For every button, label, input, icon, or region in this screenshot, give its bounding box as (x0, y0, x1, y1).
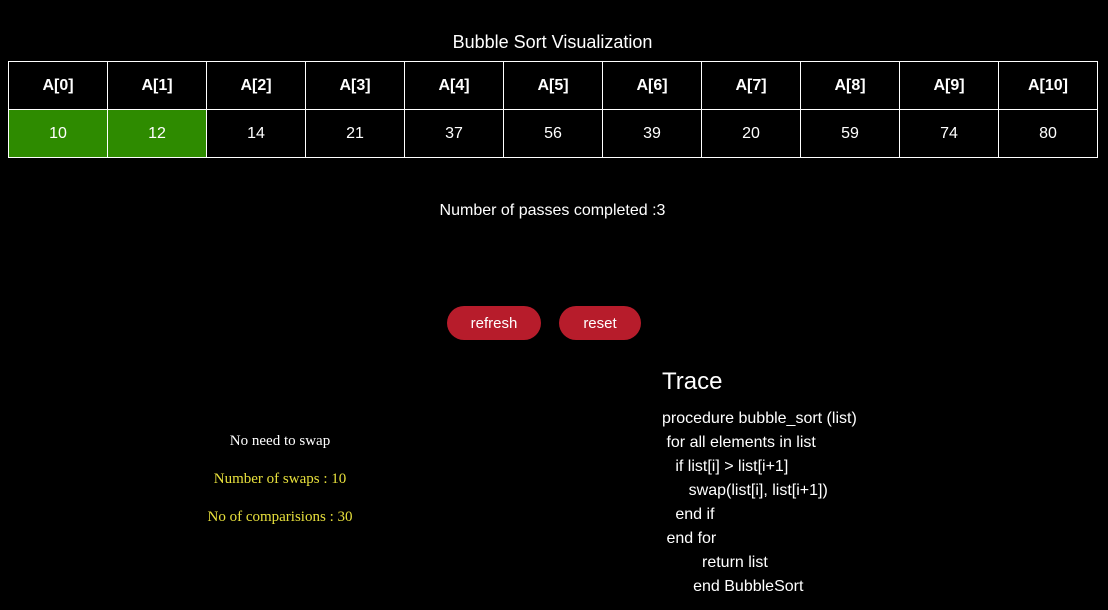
array-header-cell: A[8] (800, 61, 900, 110)
array-value-cell: 14 (206, 109, 306, 158)
array-header-cell: A[3] (305, 61, 405, 110)
swap-status-message: No need to swap (229, 433, 331, 449)
array-value-cell: 20 (701, 109, 801, 158)
array-value-cell: 80 (998, 109, 1098, 158)
array-header-cell: A[10] (998, 61, 1098, 110)
array-header-cell: A[2] (206, 61, 306, 110)
array-value-cell: 10 (8, 109, 108, 158)
swap-count: Number of swaps : 10 (213, 471, 347, 487)
array-header-cell: A[7] (701, 61, 801, 110)
code-line: if list[i] > list[i+1] (662, 458, 789, 475)
array-value-cell: 56 (503, 109, 603, 158)
code-line: end BubbleSort (662, 578, 804, 595)
array-value-cell: 12 (107, 109, 207, 158)
array-value-cell: 59 (800, 109, 900, 158)
array-header-cell: A[5] (503, 61, 603, 110)
passes-completed-text: Number of passes completed :3 (439, 202, 666, 219)
pseudocode-block: procedure bubble_sort (list) for all ele… (662, 407, 1092, 599)
reset-button[interactable]: reset (559, 306, 641, 340)
array-value-row: 10 12 14 21 37 56 39 20 59 74 80 (8, 109, 1098, 158)
code-line: end if (662, 506, 715, 523)
array-header-cell: A[6] (602, 61, 702, 110)
array-header-cell: A[1] (107, 61, 207, 110)
refresh-button[interactable]: refresh (447, 306, 541, 340)
array-header-cell: A[0] (8, 61, 108, 110)
code-line: return list (662, 554, 768, 571)
bubble-sort-page: Bubble Sort Visualization A[0] A[1] A[2]… (0, 0, 1108, 610)
code-line: for all elements in list (662, 434, 816, 451)
code-line: end for (662, 530, 717, 547)
array-header-row: A[0] A[1] A[2] A[3] A[4] A[5] A[6] A[7] … (8, 61, 1098, 110)
array-value-cell: 74 (899, 109, 999, 158)
trace-panel: Trace procedure bubble_sort (list) for a… (662, 367, 1092, 599)
array-value-cell: 37 (404, 109, 504, 158)
code-line: swap(list[i], list[i+1]) (662, 482, 828, 499)
status-panel: No need to swap Number of swaps : 10 No … (130, 430, 430, 528)
comparison-count: No of comparisions : 30 (207, 509, 353, 525)
array-value-cell: 21 (305, 109, 405, 158)
page-title: Bubble Sort Visualization (452, 32, 653, 52)
array-header-cell: A[4] (404, 61, 504, 110)
array-header-cell: A[9] (899, 61, 999, 110)
array-value-cell: 39 (602, 109, 702, 158)
array-table: A[0] A[1] A[2] A[3] A[4] A[5] A[6] A[7] … (8, 61, 1098, 158)
code-line: procedure bubble_sort (list) (662, 410, 857, 427)
trace-heading: Trace (662, 368, 723, 395)
